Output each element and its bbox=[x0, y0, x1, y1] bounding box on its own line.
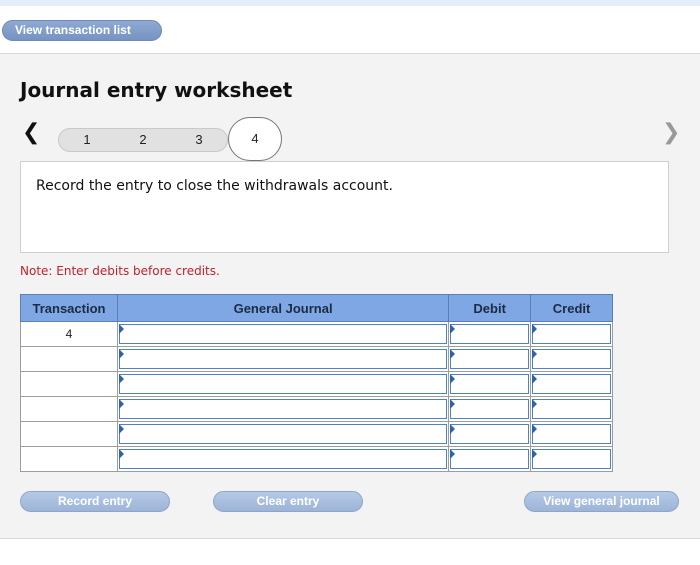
transaction-cell bbox=[20, 346, 118, 372]
clear-entry-button[interactable]: Clear entry bbox=[213, 491, 363, 512]
chevron-right-icon[interactable]: ❯ bbox=[662, 120, 680, 145]
table-row bbox=[20, 346, 613, 372]
general-journal-input[interactable] bbox=[119, 326, 447, 345]
instruction-text: Record the entry to close the withdrawal… bbox=[36, 178, 393, 194]
step-tab-2[interactable]: 2 bbox=[115, 129, 171, 151]
table-row bbox=[20, 421, 613, 447]
step-tab-1[interactable]: 1 bbox=[59, 129, 115, 151]
table-row bbox=[20, 396, 613, 422]
table-row bbox=[20, 446, 613, 472]
header-transaction: Transaction bbox=[20, 294, 118, 322]
journal-table: Transaction General Journal Debit Credit… bbox=[20, 294, 613, 472]
general-journal-input[interactable] bbox=[119, 351, 447, 370]
note-text: Note: Enter debits before credits. bbox=[20, 264, 220, 278]
credit-input[interactable] bbox=[533, 351, 610, 370]
record-entry-button[interactable]: Record entry bbox=[20, 491, 170, 512]
step-tab-4[interactable]: 4 bbox=[228, 117, 282, 161]
debit-input[interactable] bbox=[451, 451, 529, 470]
table-row: 4 bbox=[20, 321, 613, 347]
transaction-cell bbox=[20, 446, 118, 472]
header-debit: Debit bbox=[448, 294, 532, 322]
transaction-cell bbox=[20, 421, 118, 447]
transaction-cell bbox=[20, 371, 118, 397]
header-credit: Credit bbox=[530, 294, 613, 322]
table-row bbox=[20, 371, 613, 397]
instruction-box: Record the entry to close the withdrawal… bbox=[20, 161, 669, 253]
debit-input[interactable] bbox=[451, 426, 529, 445]
debit-input[interactable] bbox=[451, 401, 529, 420]
chevron-left-icon[interactable]: ❮ bbox=[22, 120, 40, 145]
credit-input[interactable] bbox=[533, 401, 610, 420]
worksheet-panel: Journal entry worksheet ❮ ❯ 1 2 3 4 Reco… bbox=[0, 53, 700, 539]
credit-input[interactable] bbox=[533, 451, 610, 470]
view-transaction-list-button[interactable]: View transaction list bbox=[2, 20, 162, 41]
transaction-cell bbox=[20, 396, 118, 422]
header-general-journal: General Journal bbox=[116, 294, 450, 322]
step-tabs: 1 2 3 bbox=[58, 128, 228, 152]
debit-input[interactable] bbox=[451, 351, 529, 370]
view-general-journal-button[interactable]: View general journal bbox=[524, 491, 679, 512]
debit-input[interactable] bbox=[451, 326, 529, 345]
general-journal-input[interactable] bbox=[119, 451, 447, 470]
general-journal-input[interactable] bbox=[119, 401, 447, 420]
debit-input[interactable] bbox=[451, 376, 529, 395]
credit-input[interactable] bbox=[533, 326, 610, 345]
general-journal-input[interactable] bbox=[119, 426, 447, 445]
step-tab-3[interactable]: 3 bbox=[171, 129, 227, 151]
general-journal-input[interactable] bbox=[119, 376, 447, 395]
page-title: Journal entry worksheet bbox=[20, 78, 293, 102]
transaction-cell: 4 bbox=[20, 321, 118, 347]
credit-input[interactable] bbox=[533, 376, 610, 395]
top-strip bbox=[0, 0, 700, 6]
credit-input[interactable] bbox=[533, 426, 610, 445]
